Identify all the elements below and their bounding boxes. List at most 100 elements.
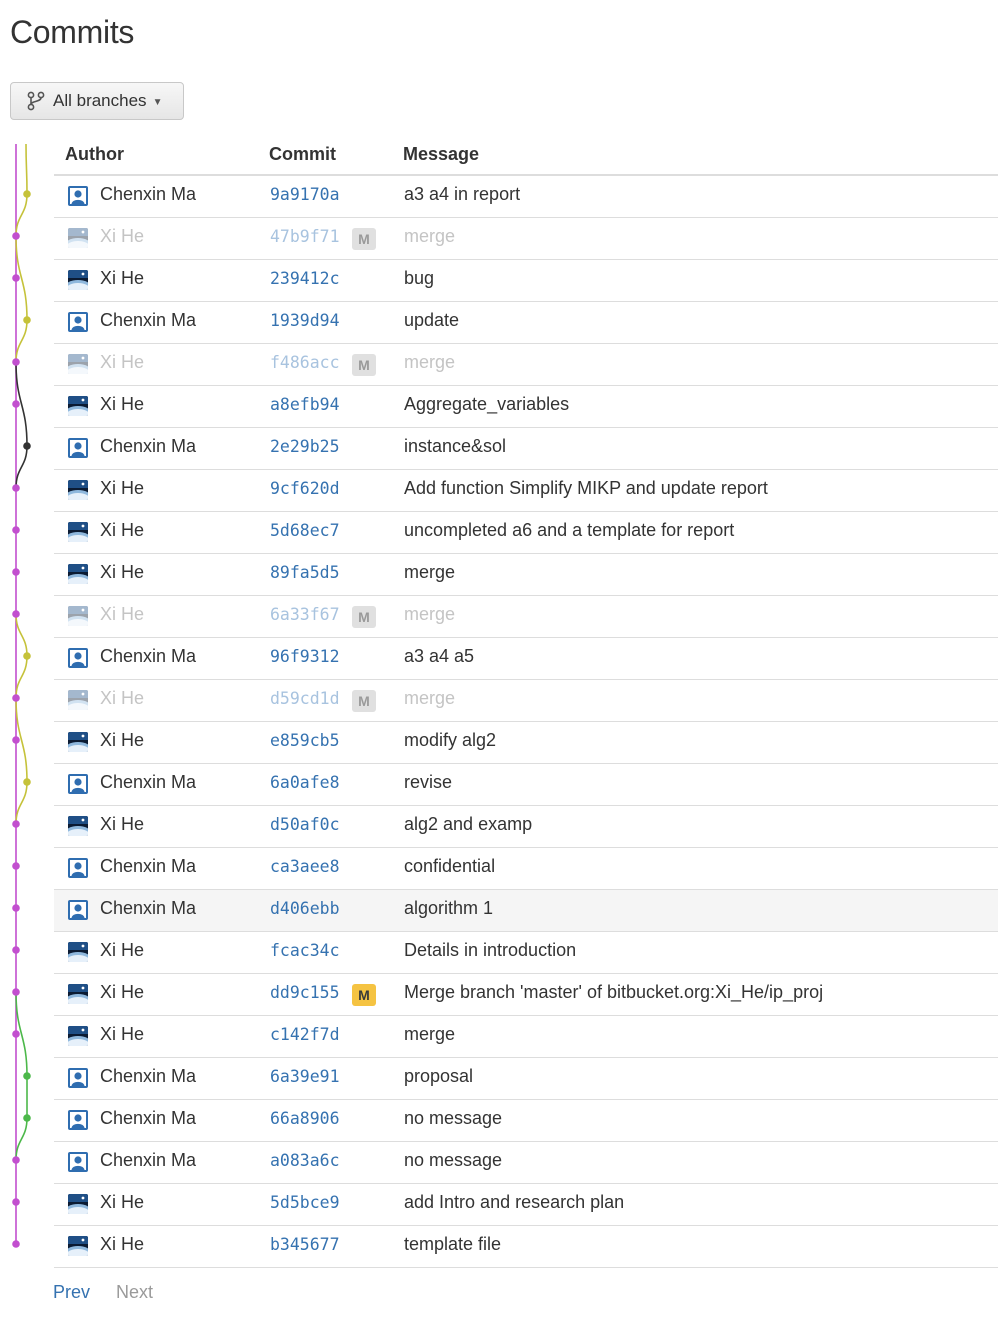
graph-node xyxy=(23,442,31,450)
commit-hash-link[interactable]: a8efb94 xyxy=(270,395,340,414)
commit-hash-link[interactable]: 6a0afe8 xyxy=(270,773,340,792)
graph-node xyxy=(23,1072,31,1080)
commit-hash-link[interactable]: a083a6c xyxy=(270,1151,340,1170)
commit-author: Xi He xyxy=(100,1192,145,1212)
commit-row[interactable]: Xi He d59cd1d Mmerge xyxy=(54,680,998,722)
commit-hash-link[interactable]: fcac34c xyxy=(270,941,340,960)
commit-hash-link[interactable]: dd9c155 xyxy=(270,983,340,1002)
graph-edge xyxy=(15,613,28,657)
commit-message: modify alg2 xyxy=(404,730,497,750)
commit-hash-link[interactable]: d50af0c xyxy=(270,815,340,834)
commit-message: Merge branch 'master' of bitbucket.org:X… xyxy=(404,982,824,1002)
commit-row[interactable]: Xi He fcac34c Details in introduction xyxy=(54,932,998,974)
commit-row[interactable]: Chenxin Ma 66a8906 no message xyxy=(54,1100,998,1142)
avatar-icon xyxy=(68,606,88,626)
merge-badge: M xyxy=(352,228,376,250)
commit-hash-link[interactable]: 6a39e91 xyxy=(270,1067,340,1086)
commit-row[interactable]: Chenxin Ma a083a6c no message xyxy=(54,1142,998,1184)
commit-hash-link[interactable]: c142f7d xyxy=(270,1025,340,1044)
commit-hash-link[interactable]: e859cb5 xyxy=(270,731,340,750)
graph-node xyxy=(12,736,20,744)
commit-row[interactable]: Xi He 5d5bce9 add Intro and research plan xyxy=(54,1184,998,1226)
commit-row[interactable]: Xi He 5d68ec7 uncompleted a6 and a templat… xyxy=(54,512,998,554)
commit-author: Xi He xyxy=(100,1234,145,1254)
commit-hash-link[interactable]: 9a9170a xyxy=(270,185,340,204)
avatar-icon xyxy=(68,900,88,920)
commit-row[interactable]: Chenxin Ma d406ebb algorithm 1 xyxy=(54,890,998,932)
commit-message: alg2 and examp xyxy=(404,814,533,834)
commit-row[interactable]: Chenxin Ma 6a0afe8 revise xyxy=(54,764,998,806)
avatar-icon xyxy=(68,858,88,878)
commit-message: merge xyxy=(404,226,456,246)
commit-hash-link[interactable]: 66a8906 xyxy=(270,1109,340,1128)
commit-author: Chenxin Ma xyxy=(100,436,197,456)
commit-message: Add function Simplify MIKP and update re… xyxy=(404,478,768,498)
commit-row[interactable]: Chenxin Ma 1939d94 update xyxy=(54,302,998,344)
avatar-icon xyxy=(68,396,88,416)
commit-hash-link[interactable]: b345677 xyxy=(270,1235,340,1254)
commit-author: Xi He xyxy=(100,352,145,372)
commit-hash-link[interactable]: d406ebb xyxy=(270,899,340,918)
graph-node xyxy=(23,778,31,786)
commit-row[interactable]: Xi He a8efb94 Aggregate_variables xyxy=(54,386,998,428)
column-header-commit: Commit xyxy=(269,144,336,164)
commit-message: no message xyxy=(404,1150,503,1170)
commit-row[interactable]: Xi He 239412c bug xyxy=(54,260,998,302)
graph-node xyxy=(23,316,31,324)
commit-message: update xyxy=(404,310,460,330)
graph-node xyxy=(12,1030,20,1038)
commit-hash-link[interactable]: ca3aee8 xyxy=(270,857,340,876)
commit-author: Xi He xyxy=(100,520,145,540)
commit-row[interactable]: Xi He b345677 template file xyxy=(54,1226,998,1268)
avatar-icon xyxy=(68,816,88,836)
commit-row[interactable]: Xi He 47b9f71 Mmerge xyxy=(54,218,998,260)
commit-hash-link[interactable]: 5d68ec7 xyxy=(270,521,340,540)
commit-row[interactable]: Chenxin Ma 2e29b25 instance&sol xyxy=(54,428,998,470)
commit-row[interactable]: Xi He d50af0c alg2 and examp xyxy=(54,806,998,848)
commit-hash-link[interactable]: 96f9312 xyxy=(270,647,340,666)
prev-page-link[interactable]: Prev xyxy=(53,1282,90,1303)
commit-author: Xi He xyxy=(100,604,145,624)
commit-hash-link[interactable]: 47b9f71 xyxy=(270,227,340,246)
commit-row[interactable]: Chenxin Ma 96f9312 a3 a4 a5 xyxy=(54,638,998,680)
graph-node xyxy=(12,862,20,870)
commit-row[interactable]: Xi He c142f7d merge xyxy=(54,1016,998,1058)
commit-hash-link[interactable]: 89fa5d5 xyxy=(270,563,340,582)
commit-hash-link[interactable]: d59cd1d xyxy=(270,689,340,708)
commit-row[interactable]: Chenxin Ma 9a9170a a3 a4 in report xyxy=(54,176,998,218)
column-header-author: Author xyxy=(65,144,124,164)
commit-hash-link[interactable]: 2e29b25 xyxy=(270,437,340,456)
avatar-icon xyxy=(68,1110,88,1130)
commit-row[interactable]: Xi He dd9c155 M Merge branch 'master' of bi… xyxy=(54,974,998,1016)
branch-filter-button[interactable]: All branches ▼ xyxy=(10,82,184,120)
commit-author: Xi He xyxy=(100,562,145,582)
merge-badge: M xyxy=(352,690,376,712)
avatar-icon xyxy=(68,1068,88,1088)
commit-message: confidential xyxy=(404,856,496,876)
commit-hash-link[interactable]: 6a33f67 xyxy=(270,605,340,624)
next-page-link: Next xyxy=(116,1282,154,1302)
commit-hash-link[interactable]: 5d5bce9 xyxy=(270,1193,340,1212)
avatar-icon xyxy=(68,1194,88,1214)
commit-row[interactable]: Xi He e859cb5 modify alg2 xyxy=(54,722,998,764)
commit-row[interactable]: Xi He 9cf620d Add function Simplify MIKP a… xyxy=(54,470,998,512)
commit-author: Xi He xyxy=(100,478,145,498)
avatar-icon xyxy=(68,522,88,542)
commit-message: instance&sol xyxy=(404,436,507,456)
commit-author: Xi He xyxy=(100,1024,145,1044)
graph-node xyxy=(12,1198,20,1206)
commit-row[interactable]: Xi He f486acc Mmerge xyxy=(54,344,998,386)
commit-hash-link[interactable]: 9cf620d xyxy=(270,479,340,498)
commit-row[interactable]: Chenxin Ma ca3aee8 confidential xyxy=(54,848,998,890)
commit-author: Chenxin Ma xyxy=(100,1150,197,1170)
commit-row[interactable]: Xi He 89fa5d5 merge xyxy=(54,554,998,596)
graph-node xyxy=(12,232,20,240)
commit-row[interactable]: Xi He 6a33f67 Mmerge xyxy=(54,596,998,638)
avatar-icon xyxy=(68,1026,88,1046)
chevron-down-icon: ▼ xyxy=(152,96,163,108)
commit-row[interactable]: Chenxin Ma 6a39e91 proposal xyxy=(54,1058,998,1100)
graph-node xyxy=(12,988,20,996)
commit-hash-link[interactable]: f486acc xyxy=(270,353,340,372)
commit-hash-link[interactable]: 1939d94 xyxy=(270,311,340,330)
commit-hash-link[interactable]: 239412c xyxy=(270,269,340,288)
